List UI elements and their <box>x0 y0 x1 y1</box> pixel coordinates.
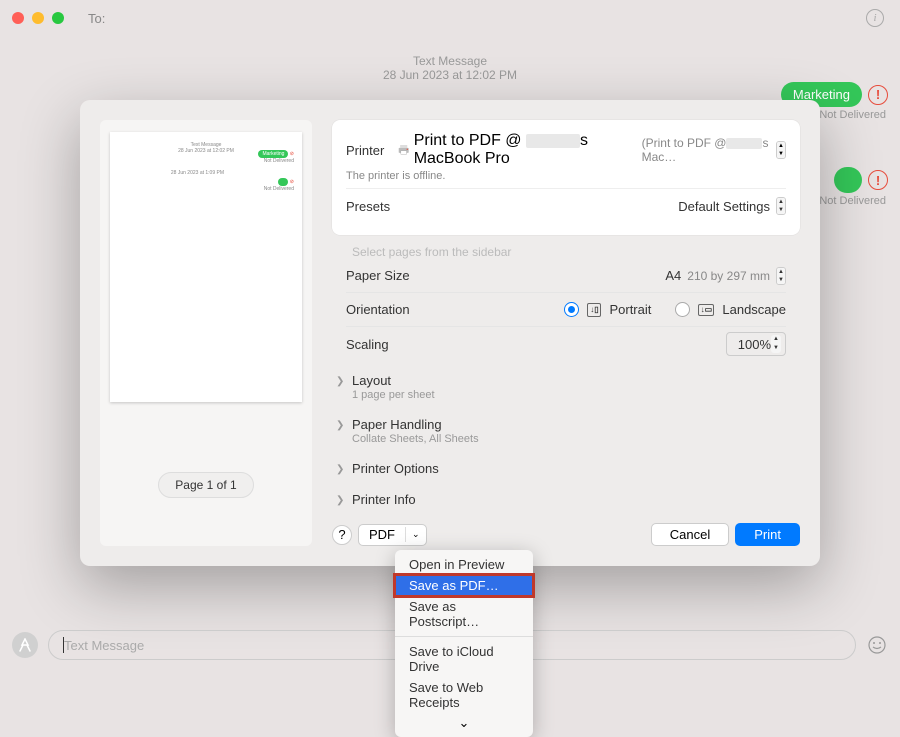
orientation-portrait-label: Portrait <box>609 302 651 317</box>
printer-icon <box>398 144 409 156</box>
chevron-right-icon: ❯ <box>336 420 346 431</box>
menu-save-as-postscript[interactable]: Save as Postscript… <box>395 596 533 632</box>
orientation-landscape-radio[interactable] <box>675 302 690 317</box>
apps-button[interactable] <box>12 632 38 658</box>
menu-divider <box>395 636 533 637</box>
menu-save-as-pdf[interactable]: Save as PDF… <box>395 575 533 596</box>
chevron-right-icon: ❯ <box>336 464 346 475</box>
dialog-button-bar: ? PDF ⌄ Cancel Print <box>332 515 800 546</box>
page-indicator: Page 1 of 1 <box>158 472 253 498</box>
paper-size-value: A4 <box>665 268 681 283</box>
cancel-button[interactable]: Cancel <box>651 523 729 546</box>
chevron-down-icon: ⌄ <box>406 529 426 540</box>
portrait-icon: ↓▯ <box>587 303 601 317</box>
presets-stepper[interactable]: ▲▼ <box>776 197 786 215</box>
chevron-right-icon: ❯ <box>336 495 346 506</box>
presets-label: Presets <box>346 199 390 214</box>
printer-presets-card: Printer Print to PDF @ s MacBook Pro (Pr… <box>332 120 800 235</box>
chevron-down-icon: ⌄ <box>459 715 470 730</box>
help-button[interactable]: ? <box>332 525 352 545</box>
message-input-placeholder: Text Message <box>64 638 144 653</box>
printer-subname: (Print to PDF @s Mac… <box>642 136 776 164</box>
landscape-icon: ↓▭ <box>698 304 714 316</box>
scaling-stepper[interactable]: ▲▼ <box>771 335 781 353</box>
printer-options-section[interactable]: ❯ Printer Options <box>332 453 800 484</box>
paper-dimensions: 210 by 297 mm <box>687 269 770 283</box>
print-options-scroll[interactable]: Select pages from the sidebar Paper Size… <box>332 245 800 515</box>
page-thumbnail[interactable]: Text Message 28 Jun 2023 at 12:02 PM Mar… <box>110 132 302 402</box>
printer-info-section[interactable]: ❯ Printer Info <box>332 484 800 515</box>
emoji-icon <box>867 635 887 655</box>
pdf-menu: Open in Preview Save as PDF… Save as Pos… <box>395 550 533 737</box>
emoji-picker-button[interactable] <box>866 634 888 656</box>
menu-more-chevron[interactable]: ⌄ <box>395 713 533 733</box>
paper-handling-section[interactable]: ❯ Paper Handling Collate Sheets, All She… <box>332 409 800 453</box>
printer-name: Print to PDF @ s MacBook Pro <box>414 132 638 168</box>
pdf-dropdown-button[interactable]: PDF ⌄ <box>358 524 427 546</box>
print-preview-pane: Text Message 28 Jun 2023 at 12:02 PM Mar… <box>100 120 312 546</box>
paper-size-label: Paper Size <box>346 268 410 283</box>
presets-value: Default Settings <box>678 199 770 214</box>
close-window-button[interactable] <box>12 12 24 24</box>
scaling-label: Scaling <box>346 337 389 352</box>
message-type-label: Text Message <box>0 54 900 68</box>
conversation-header: Text Message 28 Jun 2023 at 12:02 PM <box>0 54 900 82</box>
orientation-portrait-radio[interactable] <box>564 302 579 317</box>
send-failed-icon[interactable]: ! <box>868 170 888 190</box>
printer-status: The printer is offline. <box>346 170 445 182</box>
menu-save-to-icloud[interactable]: Save to iCloud Drive <box>395 641 533 677</box>
truncated-option-hint: Select pages from the sidebar <box>332 245 800 259</box>
to-field-label: To: <box>88 11 105 26</box>
printer-select-stepper[interactable]: ▲▼ <box>776 141 786 159</box>
orientation-landscape-label: Landscape <box>722 302 786 317</box>
fullscreen-window-button[interactable] <box>52 12 64 24</box>
minimize-window-button[interactable] <box>32 12 44 24</box>
printer-label: Printer <box>346 143 384 158</box>
print-dialog: Text Message 28 Jun 2023 at 12:02 PM Mar… <box>80 100 820 566</box>
paper-size-stepper[interactable]: ▲▼ <box>776 267 786 285</box>
app-store-icon <box>18 638 32 652</box>
print-settings-pane: Printer Print to PDF @ s MacBook Pro (Pr… <box>332 120 800 546</box>
menu-open-in-preview[interactable]: Open in Preview <box>395 554 533 575</box>
scaling-input[interactable]: 100% ▲▼ <box>726 332 786 356</box>
chevron-right-icon: ❯ <box>336 376 346 387</box>
send-failed-icon[interactable]: ! <box>868 85 888 105</box>
print-button[interactable]: Print <box>735 523 800 546</box>
message-timestamp: 28 Jun 2023 at 12:02 PM <box>0 68 900 82</box>
menu-save-to-web-receipts[interactable]: Save to Web Receipts <box>395 677 533 713</box>
layout-section[interactable]: ❯ Layout 1 page per sheet <box>332 365 800 409</box>
orientation-label: Orientation <box>346 302 410 317</box>
window-titlebar: To: i <box>0 0 900 36</box>
outgoing-message-bubble[interactable] <box>834 167 862 193</box>
traffic-lights <box>12 12 64 24</box>
details-info-icon[interactable]: i <box>866 9 884 27</box>
